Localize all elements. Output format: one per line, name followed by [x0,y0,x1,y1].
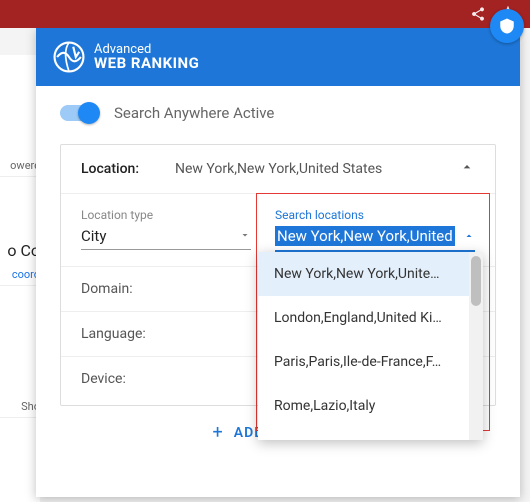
search-label: Search locations [275,208,475,222]
scrollbar-thumb[interactable] [471,256,481,306]
bg-link[interactable]: coord [0,264,40,286]
brand-logo-icon [52,40,86,74]
dropdown-scrollbar[interactable] [469,252,483,440]
extension-icon[interactable] [490,9,524,43]
toggle-label: Search Anywhere Active [114,104,274,122]
location-label: Location: [81,161,175,177]
language-label: Language: [81,326,175,342]
extension-panel: Advanced WEB RANKING Search Anywhere Act… [36,28,520,497]
caret-down-icon [239,226,251,245]
dropdown-item[interactable]: Paris,Paris,Ile-de-France,F… [258,340,469,384]
browser-toolbar [0,0,530,28]
brand-line2: WEB RANKING [94,56,199,71]
bg-heading: o Co [0,237,40,264]
location-value: New York,New York,United States [175,161,459,177]
search-locations-input[interactable]: New York,New York,United [275,226,475,252]
device-label: Device: [81,371,175,387]
locations-dropdown: New York,New York,Unite… London,England,… [258,252,483,440]
domain-label: Domain: [81,281,175,297]
panel-header: Advanced WEB RANKING [36,28,520,86]
search-value: New York,New York,United [275,226,455,246]
share-icon[interactable] [470,6,486,22]
brand: Advanced WEB RANKING [52,40,199,74]
bg-text: Sho [0,396,40,418]
caret-up-icon [463,227,475,246]
toggle-row: Search Anywhere Active [60,104,496,122]
location-header-row[interactable]: Location: New York,New York,United State… [61,145,495,194]
type-label: Location type [81,208,251,222]
dropdown-item[interactable]: London,England,United Ki… [258,296,469,340]
background-page: owere o Co coord Sho [0,55,40,502]
dropdown-item[interactable]: New York,New York,Unite… [258,252,469,296]
bg-text: owere [0,155,40,177]
location-type-select[interactable]: City [81,226,251,250]
dropdown-item[interactable]: Rome,Lazio,Italy [258,384,469,428]
active-toggle[interactable] [60,105,98,121]
type-value: City [81,227,106,245]
chevron-up-icon [459,159,475,179]
plus-icon: + [213,422,224,443]
